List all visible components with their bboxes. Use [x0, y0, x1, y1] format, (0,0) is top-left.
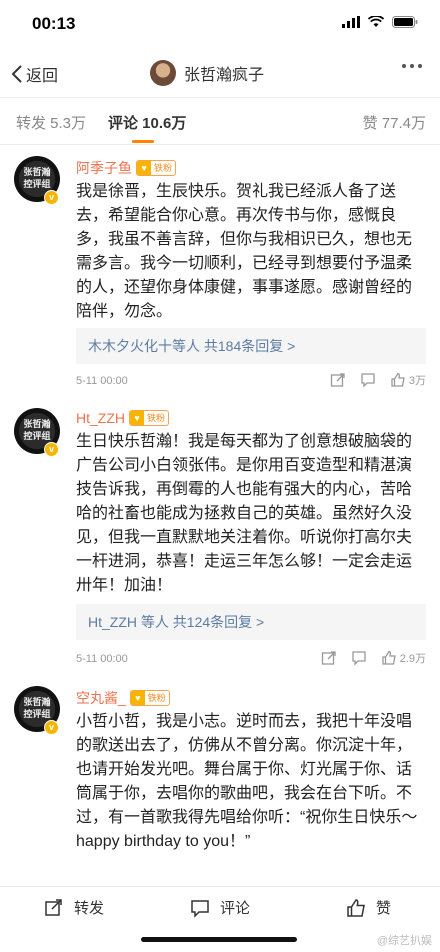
chevron-left-icon — [11, 65, 22, 83]
verified-badge-icon: v — [44, 442, 59, 457]
timestamp: 5-11 00:00 — [76, 375, 128, 387]
wifi-icon — [368, 16, 384, 27]
home-indicator — [141, 937, 297, 942]
heart-badge-icon: ♥ — [130, 411, 144, 425]
fan-badge: ♥ 铁粉 — [136, 160, 177, 176]
tab-active-indicator — [132, 140, 154, 143]
bottom-action-bar: 转发 评论 赞 — [0, 886, 440, 952]
profile-avatar[interactable] — [150, 60, 176, 86]
thumbs-up-icon — [382, 650, 396, 665]
username[interactable]: 阿季子鱼 — [76, 158, 132, 178]
signal-icon — [342, 16, 360, 28]
more-dots-icon — [402, 64, 406, 68]
status-bar: 00:13 — [0, 0, 440, 50]
replies-link[interactable]: Ht_ZZH 等人 共124条回复 > — [76, 604, 426, 640]
comment-meta: 5-11 00:00 2.9万 — [76, 650, 426, 670]
repost-button[interactable]: 转发 — [44, 897, 104, 918]
back-button[interactable]: 返回 — [10, 62, 58, 86]
username[interactable]: 空丸酱_ — [76, 688, 126, 708]
comment-text: 生日快乐哲瀚！我是每天都为了创意想破脑袋的广告公司小白领张伟。是你用百变造型和精… — [76, 433, 413, 594]
fan-badge: ♥ 铁粉 — [129, 690, 170, 706]
comment-button[interactable]: 评论 — [190, 897, 250, 918]
repost-label: 转发 — [74, 900, 105, 917]
like-count: 2.9万 — [399, 653, 426, 665]
tab-like[interactable]: 赞 77.4万 — [363, 112, 426, 133]
status-time: 00:13 — [32, 14, 76, 33]
avatar-text: 张哲瀚 控评组 — [23, 167, 51, 189]
share-icon[interactable] — [321, 650, 337, 666]
like-label: 赞 — [376, 900, 392, 917]
back-label: 返回 — [26, 68, 59, 85]
share-icon[interactable] — [330, 372, 346, 388]
nav-bar: 返回 张哲瀚疯子 — [0, 50, 440, 98]
comment-icon[interactable] — [351, 650, 367, 666]
tab-repost[interactable]: 转发 5.3万 — [16, 112, 86, 133]
username[interactable]: Ht_ZZH — [76, 410, 125, 426]
like-button[interactable]: 2.9万 — [381, 650, 426, 666]
comment-text: 我是徐晋，生辰快乐。贺礼我已经派人备了送去，希望能合你心意。再次传书与你，感慨良… — [76, 183, 413, 320]
like-button[interactable]: 3万 — [390, 372, 426, 388]
page-title: 张哲瀚疯子 — [184, 67, 265, 84]
tab-comment[interactable]: 评论 10.6万 — [108, 112, 186, 133]
avatar-text: 张哲瀚 控评组 — [23, 419, 51, 441]
comment-text: 小哲小哲，我是小志。逆时而去，我把十年没唱的歌送出去了，仿佛从不曾分离。你沉淀十… — [76, 713, 418, 850]
replies-link[interactable]: 木木夕火化十等人 共184条回复 > — [76, 328, 426, 364]
like-button[interactable]: 赞 — [346, 897, 391, 918]
comment-label: 评论 — [220, 900, 251, 917]
status-icons — [342, 16, 418, 28]
fan-badge: ♥ 铁粉 — [129, 410, 170, 426]
nav-title-group[interactable]: 张哲瀚疯子 — [150, 60, 264, 86]
thumbs-up-icon — [391, 372, 405, 387]
like-count: 3万 — [408, 375, 426, 387]
comment-icon — [191, 899, 209, 918]
share-icon — [45, 898, 62, 916]
more-button[interactable] — [402, 64, 422, 68]
battery-icon — [392, 16, 418, 28]
verified-badge-icon: v — [44, 720, 59, 735]
comment-icon[interactable] — [360, 372, 376, 388]
heart-badge-icon: ♥ — [130, 691, 145, 705]
verified-badge-icon: v — [44, 190, 59, 205]
thumbs-up-icon — [347, 898, 365, 917]
comment-meta: 5-11 00:00 3万 — [76, 372, 426, 392]
heart-badge-icon: ♥ — [137, 161, 151, 175]
timestamp: 5-11 00:00 — [76, 653, 128, 665]
watermark: @综艺扒娱 — [376, 935, 432, 947]
avatar-text: 张哲瀚 控评组 — [23, 697, 51, 719]
tab-bar: 转发 5.3万 评论 10.6万 赞 77.4万 — [0, 99, 440, 145]
